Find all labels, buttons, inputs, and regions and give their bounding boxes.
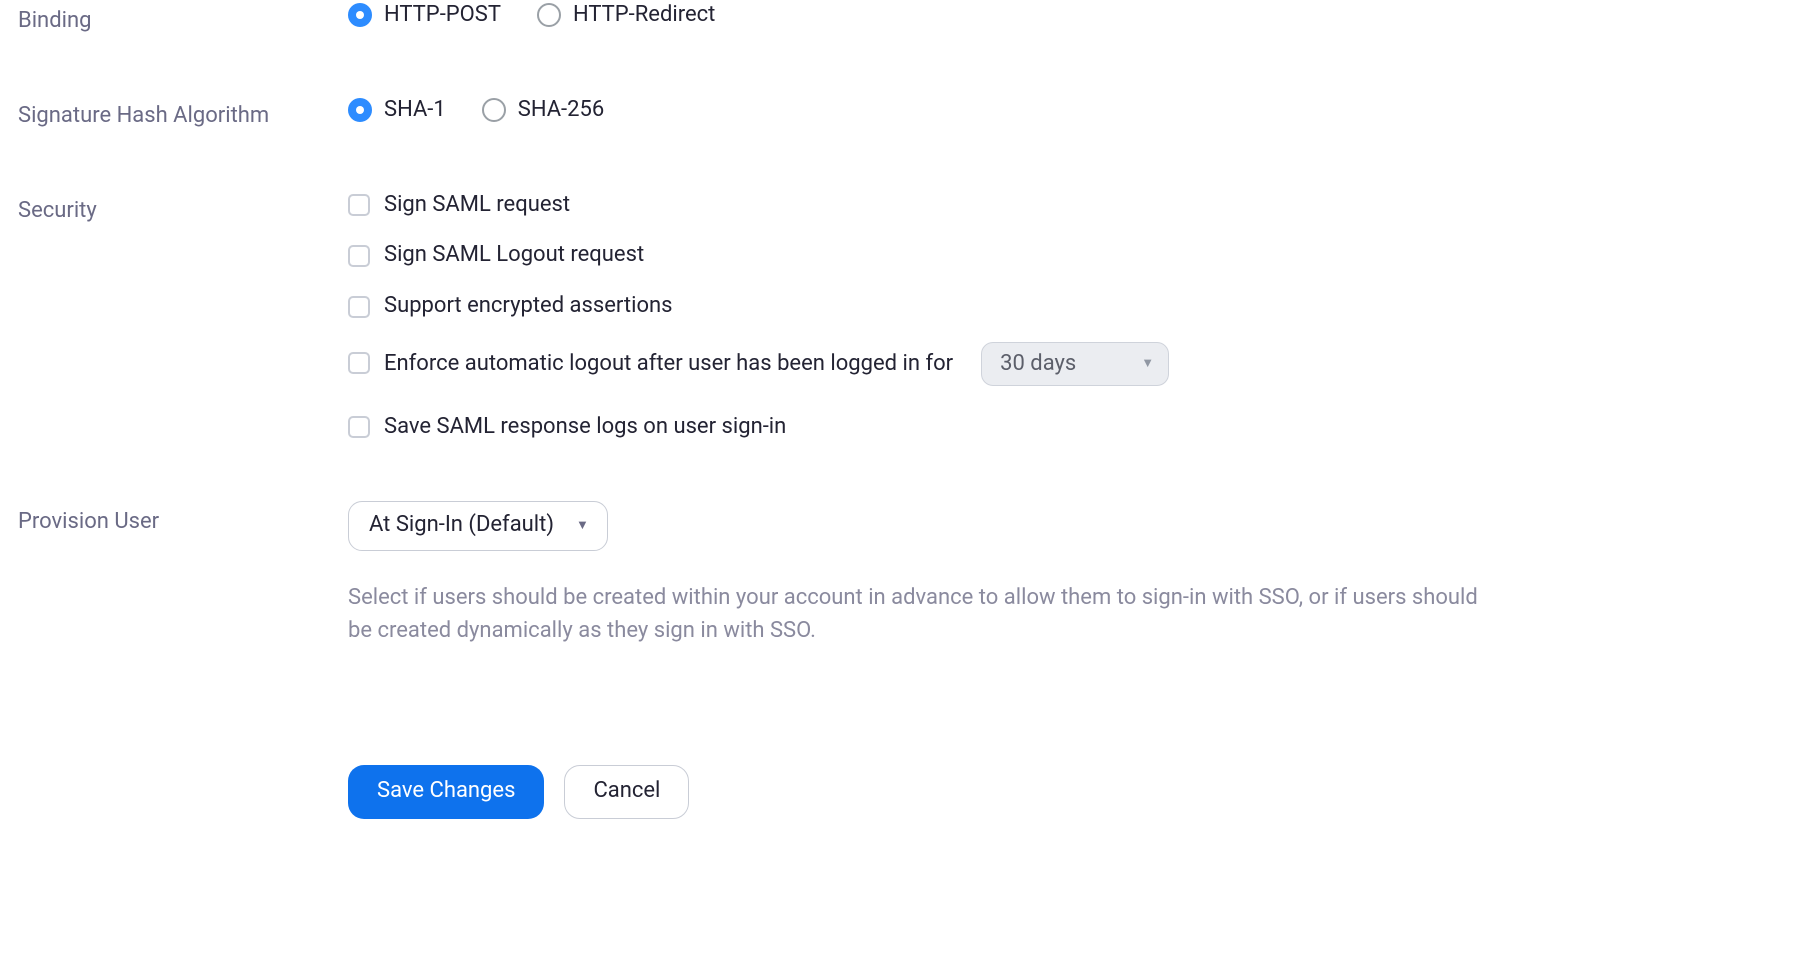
label-hash: Signature Hash Algorithm [18, 95, 348, 132]
button-label: Save Changes [377, 776, 515, 807]
radio-label: HTTP-POST [384, 0, 501, 31]
select-value: 30 days [1000, 349, 1076, 380]
row-provision: Provision User At Sign-In (Default) ▼ Se… [18, 501, 1782, 647]
checkbox-label: Sign SAML Logout request [384, 240, 644, 271]
button-label: Cancel [593, 776, 660, 807]
checkbox-label: Sign SAML request [384, 190, 570, 221]
checkbox-icon [348, 194, 370, 216]
radio-dot-icon [348, 3, 372, 27]
radio-group-hash: SHA-1 SHA-256 [348, 95, 1782, 126]
security-checklist: Sign SAML request Sign SAML Logout reque… [348, 190, 1782, 443]
radio-label: HTTP-Redirect [573, 0, 715, 31]
radio-dot-icon [537, 3, 561, 27]
cancel-button[interactable]: Cancel [564, 765, 689, 819]
radio-group-binding: HTTP-POST HTTP-Redirect [348, 0, 1782, 31]
check-sign-request[interactable]: Sign SAML request [348, 190, 1782, 221]
row-security: Security Sign SAML request Sign SAML Log… [18, 190, 1782, 443]
check-encrypted-assertions[interactable]: Support encrypted assertions [348, 291, 1782, 322]
provision-user-select[interactable]: At Sign-In (Default) ▼ [348, 501, 608, 551]
button-row: Save Changes Cancel [348, 765, 1782, 819]
radio-http-post[interactable]: HTTP-POST [348, 0, 501, 31]
checkbox-icon [348, 245, 370, 267]
check-enforce-logout[interactable]: Enforce automatic logout after user has … [348, 342, 1782, 386]
select-value: At Sign-In (Default) [369, 510, 554, 541]
saml-settings-form: Binding HTTP-POST HTTP-Redirect Signatur… [0, 0, 1800, 849]
label-binding: Binding [18, 0, 348, 37]
radio-sha1[interactable]: SHA-1 [348, 95, 446, 126]
checkbox-icon [348, 296, 370, 318]
row-hash: Signature Hash Algorithm SHA-1 SHA-256 [18, 95, 1782, 132]
checkbox-label: Enforce automatic logout after user has … [384, 349, 953, 380]
radio-label: SHA-1 [384, 95, 446, 126]
row-buttons: Save Changes Cancel [18, 647, 1782, 819]
checkbox-label: Support encrypted assertions [384, 291, 673, 322]
checkbox-icon [348, 416, 370, 438]
radio-sha256[interactable]: SHA-256 [482, 95, 604, 126]
checkbox-label: Save SAML response logs on user sign-in [384, 412, 786, 443]
checkbox-icon [348, 352, 370, 374]
radio-label: SHA-256 [518, 95, 604, 126]
check-sign-logout[interactable]: Sign SAML Logout request [348, 240, 1782, 271]
save-button[interactable]: Save Changes [348, 765, 544, 819]
provision-help-text: Select if users should be created within… [348, 581, 1478, 647]
radio-dot-icon [482, 98, 506, 122]
radio-dot-icon [348, 98, 372, 122]
chevron-down-icon: ▼ [576, 517, 589, 535]
radio-http-redirect[interactable]: HTTP-Redirect [537, 0, 715, 31]
label-security: Security [18, 190, 348, 227]
logout-duration-select[interactable]: 30 days ▼ [981, 342, 1169, 386]
row-binding: Binding HTTP-POST HTTP-Redirect [18, 0, 1782, 37]
check-save-logs[interactable]: Save SAML response logs on user sign-in [348, 412, 1782, 443]
label-provision: Provision User [18, 501, 348, 538]
chevron-down-icon: ▼ [1141, 355, 1154, 373]
